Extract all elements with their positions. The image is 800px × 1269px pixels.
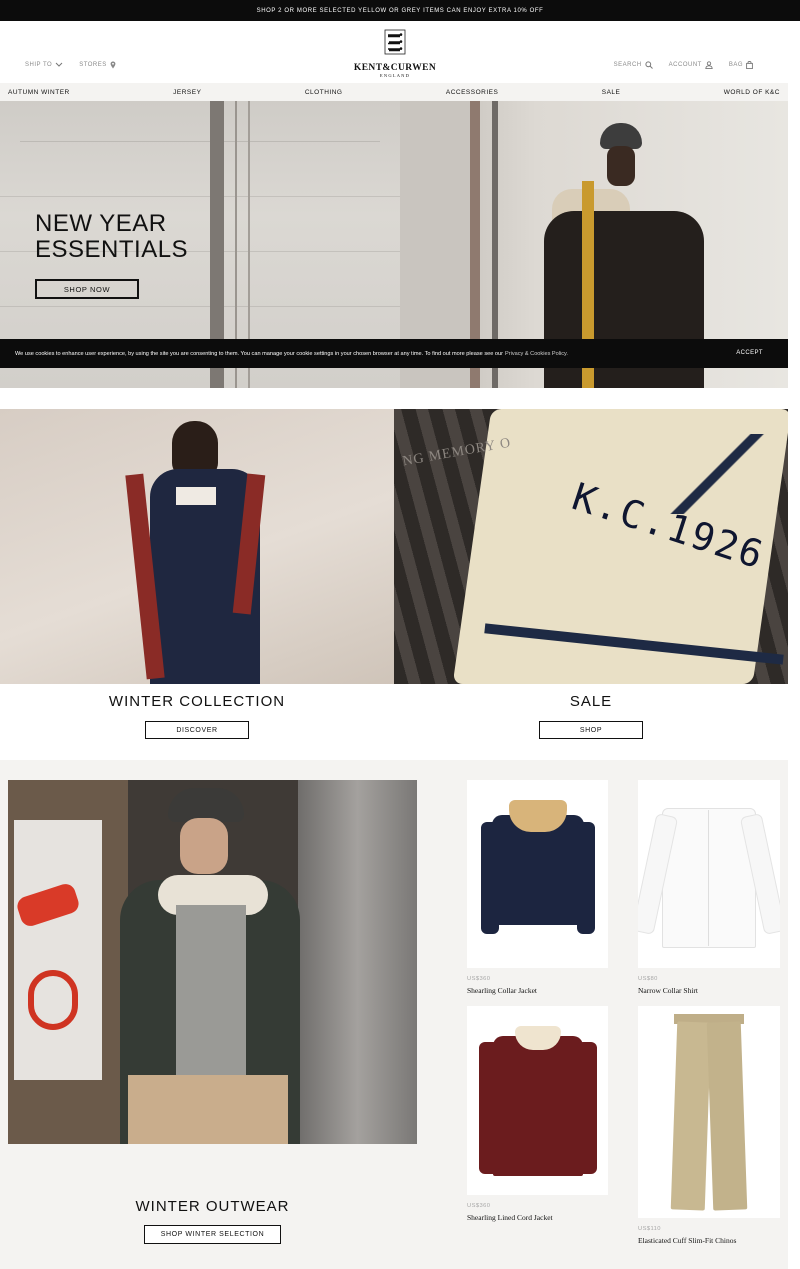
winter-outwear-title: WINTER OUTWEAR	[135, 1198, 290, 1215]
product-name[interactable]: Narrow Collar Shirt	[638, 986, 780, 995]
shop-now-button[interactable]: SHOP NOW	[35, 279, 139, 299]
ship-to-selector[interactable]: SHIP TO	[25, 62, 63, 68]
product-name[interactable]: Shearling Lined Cord Jacket	[467, 1213, 608, 1222]
header-left-utilities: SHIP TO STORES	[25, 61, 116, 69]
stores-link[interactable]: STORES	[79, 61, 116, 69]
product-card[interactable]: US$80 Narrow Collar Shirt	[638, 780, 780, 995]
logo-wordmark: KENT&CURWEN	[353, 63, 437, 73]
search-icon	[645, 61, 653, 69]
hero-title-line2: ESSENTIALS	[35, 236, 189, 263]
nav-item-autumn-winter[interactable]: AUTUMN WINTER	[8, 89, 70, 96]
product-image-narrow-collar-shirt	[638, 780, 780, 968]
cookie-consent-bar: We use cookies to enhance user experienc…	[0, 339, 788, 368]
nav-item-accessories[interactable]: ACCESSORIES	[446, 89, 498, 96]
product-image-elasticated-cuff-chinos	[638, 1006, 780, 1218]
bag-label: BAG	[728, 62, 743, 68]
winter-outwear-image[interactable]	[8, 780, 417, 1144]
account-label: ACCOUNT	[668, 62, 702, 68]
search-button[interactable]: SEARCH	[614, 61, 653, 69]
three-lions-crest-icon	[384, 29, 406, 55]
shop-winter-selection-button[interactable]: SHOP WINTER SELECTION	[144, 1225, 281, 1244]
product-name[interactable]: Elasticated Cuff Slim-Fit Chinos	[638, 1236, 780, 1245]
account-button[interactable]: ACCOUNT	[669, 61, 713, 69]
nav-item-clothing[interactable]: CLOTHING	[305, 89, 343, 96]
winter-collection-title: WINTER COLLECTION	[108, 693, 286, 710]
promo-banner[interactable]: SHOP 2 OR MORE SELECTED YELLOW OR GREY I…	[0, 0, 800, 21]
cookie-message: We use cookies to enhance user experienc…	[15, 350, 503, 357]
hero-title: NEW YEAR ESSENTIALS	[35, 211, 188, 263]
product-price: US$110	[638, 1226, 661, 1232]
shopping-bag-icon	[746, 61, 753, 69]
site-header: SHIP TO STORES KENT&CURWEN ENGLAND SEARC…	[0, 21, 800, 83]
shop-sale-button[interactable]: SHOP	[539, 721, 643, 739]
cookie-accept-button[interactable]: ACCEPT	[736, 350, 763, 356]
product-name[interactable]: Shearling Collar Jacket	[467, 986, 608, 995]
nav-item-jersey[interactable]: JERSEY	[173, 89, 201, 96]
product-image-shearling-collar-jacket	[467, 780, 608, 968]
nav-item-world-of-kc[interactable]: WORLD OF K&C	[724, 89, 780, 96]
privacy-policy-link[interactable]: Privacy & Cookies Policy.	[505, 351, 568, 357]
discover-button[interactable]: DISCOVER	[145, 721, 249, 739]
nav-item-sale[interactable]: SALE	[602, 89, 621, 96]
product-price: US$80	[638, 976, 658, 982]
sale-title: SALE	[569, 693, 613, 710]
header-right-utilities: SEARCH ACCOUNT BAG	[614, 61, 753, 69]
product-card[interactable]: US$360 Shearling Lined Cord Jacket	[467, 1006, 608, 1222]
stores-label: STORES	[79, 62, 107, 68]
product-card[interactable]: US$360 Shearling Collar Jacket	[467, 780, 608, 995]
search-label: SEARCH	[613, 62, 642, 68]
winter-collection-image[interactable]	[0, 409, 394, 684]
brand-logo[interactable]: KENT&CURWEN ENGLAND	[351, 29, 439, 78]
sale-sweater-image[interactable]: K.C.1926 NG MEMORY O	[394, 409, 788, 684]
logo-subtitle: ENGLAND	[379, 73, 411, 78]
hero-title-line1: NEW YEAR	[35, 210, 167, 237]
chevron-down-icon	[55, 62, 63, 67]
location-pin-icon	[110, 61, 116, 69]
product-price: US$360	[467, 976, 491, 982]
ship-to-label: SHIP TO	[25, 62, 53, 68]
bag-button[interactable]: BAG	[729, 61, 753, 69]
user-icon	[705, 61, 713, 69]
product-image-shearling-lined-cord-jacket	[467, 1006, 608, 1195]
product-card[interactable]: US$110 Elasticated Cuff Slim-Fit Chinos	[638, 1006, 780, 1245]
product-price: US$360	[467, 1203, 491, 1209]
main-navigation: AUTUMN WINTER JERSEY CLOTHING ACCESSORIE…	[0, 83, 788, 101]
